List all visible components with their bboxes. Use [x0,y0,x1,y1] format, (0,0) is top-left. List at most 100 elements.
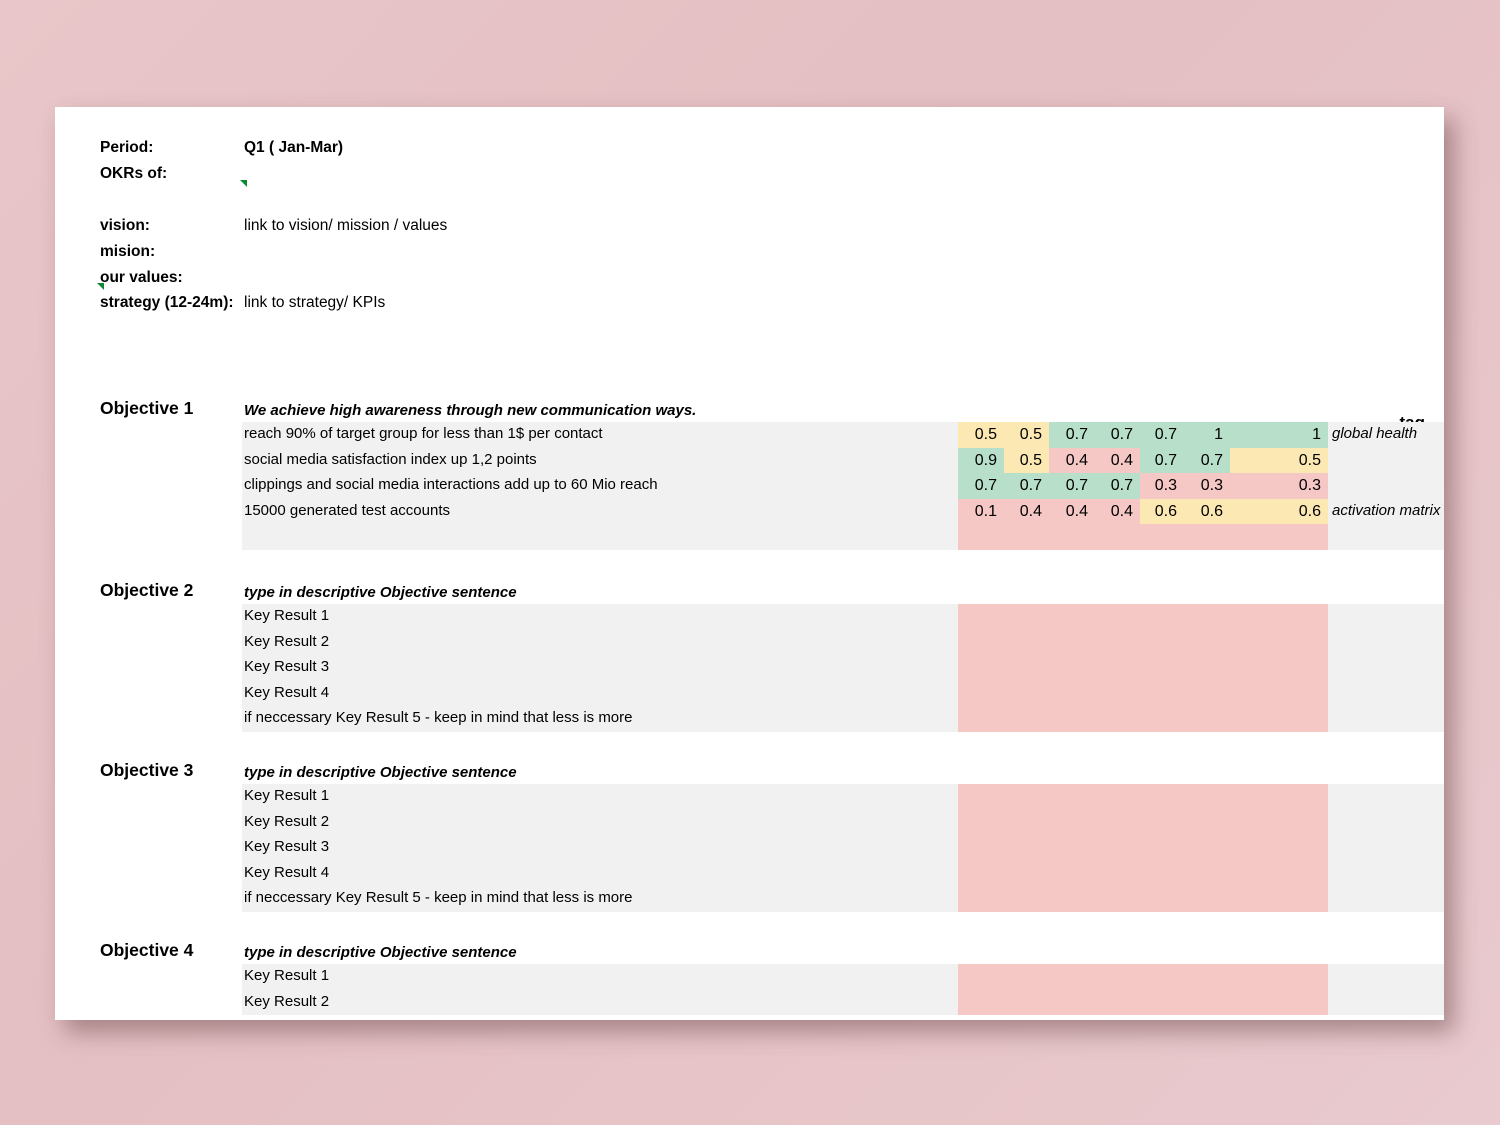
final-evaluation-cell[interactable] [1230,989,1328,1016]
confidence-cell[interactable]: 0.4 [1095,498,1140,525]
confidence-cell[interactable] [958,629,1004,656]
confidence-cell[interactable]: 0.5 [958,422,1004,448]
objective-label-2[interactable]: Objective 2 [100,580,193,601]
confidence-cell[interactable] [958,784,1004,810]
confidence-cell[interactable]: 0.4 [1004,498,1049,525]
objective-sentence-3[interactable]: type in descriptive Objective sentence [244,764,517,781]
confidence-cell[interactable] [1140,784,1184,810]
confidence-cell[interactable] [1140,860,1184,887]
confidence-cell[interactable]: 0.7 [1140,447,1184,474]
objective-label-3[interactable]: Objective 3 [100,760,193,781]
confidence-cell[interactable] [1095,706,1140,732]
confidence-cell[interactable] [1184,809,1230,836]
confidence-cell[interactable] [1095,629,1140,656]
meta-value-5[interactable]: link to strategy/ KPIs [244,294,385,312]
confidence-cell[interactable] [1004,524,1049,550]
confidence-cell[interactable] [1184,604,1230,630]
confidence-cell[interactable] [1049,860,1095,887]
confidence-cell[interactable] [1184,680,1230,707]
comment-marker-icon[interactable] [97,283,104,290]
tag-cell[interactable]: activation matrix [1332,502,1440,519]
confidence-cell[interactable]: 0.5 [1004,447,1049,474]
key-result-text[interactable]: Key Result 2 [244,813,329,830]
confidence-cell[interactable] [1095,860,1140,887]
confidence-cell[interactable] [1095,604,1140,630]
objective-sentence-4[interactable]: type in descriptive Objective sentence [244,944,517,961]
confidence-cell[interactable] [1140,629,1184,656]
confidence-cell[interactable] [1004,886,1049,912]
confidence-cell[interactable]: 0.7 [1095,473,1140,499]
confidence-cell[interactable]: 0.1 [958,498,1004,525]
confidence-cell[interactable] [1095,835,1140,861]
confidence-cell[interactable]: 0.7 [958,473,1004,499]
confidence-cell[interactable] [1049,835,1095,861]
key-result-text[interactable]: Key Result 3 [244,838,329,855]
confidence-cell[interactable] [1184,629,1230,656]
comment-marker-icon[interactable] [240,180,247,187]
confidence-cell[interactable] [1004,604,1049,630]
key-result-text[interactable]: Key Result 1 [244,967,329,984]
key-result-text[interactable]: Key Result 1 [244,787,329,804]
objective-label-4[interactable]: Objective 4 [100,940,193,961]
confidence-cell[interactable] [1095,886,1140,912]
confidence-cell[interactable] [1049,629,1095,656]
confidence-cell[interactable] [1095,964,1140,990]
confidence-cell[interactable]: 0.5 [1004,422,1049,448]
confidence-cell[interactable]: 0.4 [1095,447,1140,474]
confidence-cell[interactable] [958,964,1004,990]
confidence-cell[interactable]: 0.7 [1140,422,1184,448]
confidence-cell[interactable] [1095,524,1140,550]
confidence-cell[interactable]: 0.4 [1049,447,1095,474]
meta-value-2[interactable]: link to vision/ mission / values [244,217,447,235]
confidence-cell[interactable]: 0.7 [1049,422,1095,448]
spreadsheet-sheet[interactable]: Period: Q1 ( Jan-Mar) OKRs of: vision: link … [55,107,1444,1020]
key-result-text[interactable]: clippings and social media interactions … [244,476,658,493]
confidence-cell[interactable] [958,989,1004,1016]
confidence-cell[interactable] [958,604,1004,630]
confidence-cell[interactable] [1140,809,1184,836]
confidence-cell[interactable] [1140,835,1184,861]
confidence-cell[interactable] [1049,655,1095,681]
confidence-cell[interactable]: 1 [1184,422,1230,448]
key-result-text[interactable]: social media satisfaction index up 1,2 p… [244,451,537,468]
confidence-cell[interactable] [1049,680,1095,707]
confidence-cell[interactable] [958,860,1004,887]
confidence-cell[interactable] [1184,784,1230,810]
confidence-cell[interactable] [1095,989,1140,1016]
confidence-cell[interactable] [1184,655,1230,681]
confidence-cell[interactable] [1049,964,1095,990]
final-evaluation-cell[interactable] [1230,860,1328,887]
confidence-cell[interactable] [1184,860,1230,887]
meta-value-0[interactable]: Q1 ( Jan-Mar) [244,139,343,157]
confidence-cell[interactable] [1004,989,1049,1016]
confidence-cell[interactable] [1049,524,1095,550]
confidence-cell[interactable] [1004,835,1049,861]
key-result-text[interactable]: if neccessary Key Result 5 - keep in min… [244,889,633,906]
confidence-cell[interactable] [1140,604,1184,630]
final-evaluation-cell[interactable] [1230,809,1328,836]
tag-cell[interactable]: global health [1332,425,1417,442]
confidence-cell[interactable]: 0.7 [1184,447,1230,474]
confidence-cell[interactable] [1140,989,1184,1016]
confidence-cell[interactable] [958,835,1004,861]
confidence-cell[interactable] [1049,604,1095,630]
confidence-cell[interactable] [1004,680,1049,707]
key-result-text[interactable]: reach 90% of target group for less than … [244,425,603,442]
key-result-text[interactable]: Key Result 2 [244,633,329,650]
confidence-cell[interactable]: 0.7 [1095,422,1140,448]
confidence-cell[interactable] [1095,655,1140,681]
confidence-cell[interactable] [958,655,1004,681]
confidence-cell[interactable]: 0.6 [1140,498,1184,525]
confidence-cell[interactable] [1140,524,1184,550]
final-evaluation-cell[interactable]: 0.6 [1230,498,1328,525]
key-result-text[interactable]: Key Result 1 [244,607,329,624]
confidence-cell[interactable] [958,680,1004,707]
confidence-cell[interactable] [1184,964,1230,990]
confidence-cell[interactable] [1049,706,1095,732]
confidence-cell[interactable]: 0.4 [1049,498,1095,525]
key-result-text[interactable]: Key Result 4 [244,684,329,701]
confidence-cell[interactable] [1184,524,1230,550]
confidence-cell[interactable]: 0.7 [1049,473,1095,499]
key-result-text[interactable]: Key Result 2 [244,993,329,1010]
confidence-cell[interactable]: 0.9 [958,447,1004,474]
